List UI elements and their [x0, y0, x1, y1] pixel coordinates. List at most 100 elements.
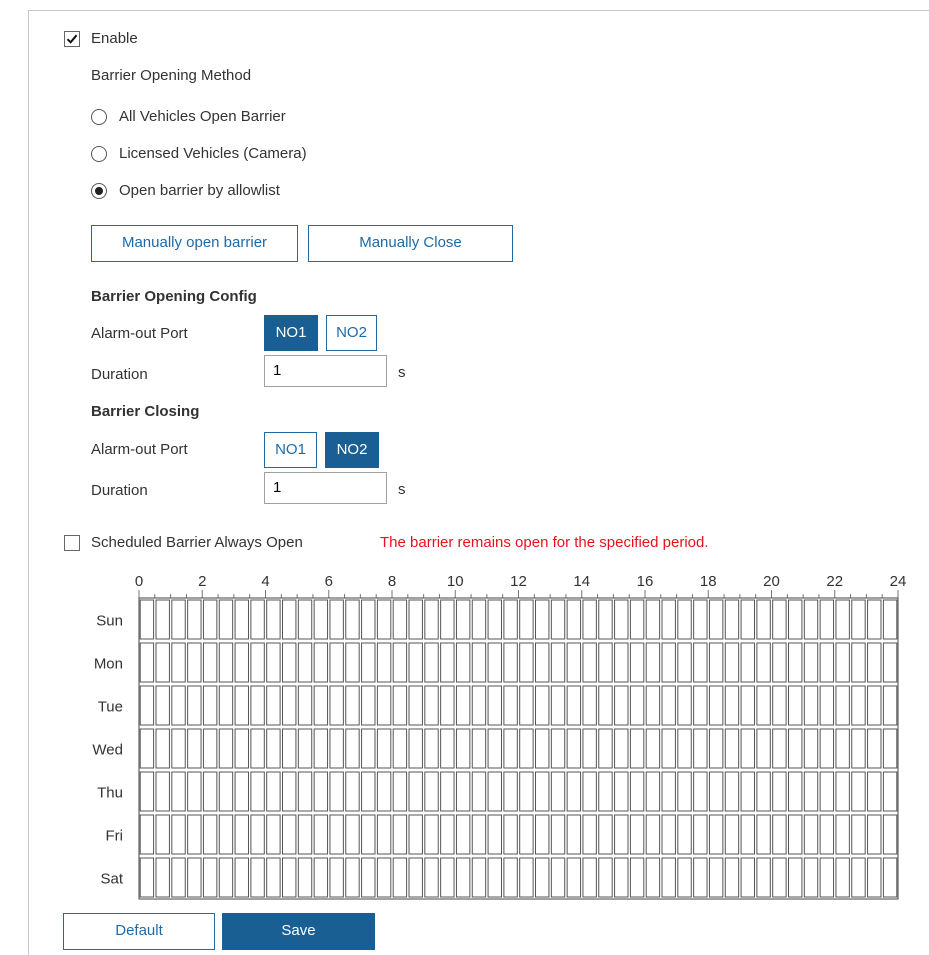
schedule-slot[interactable]: [740, 857, 755, 898]
schedule-slot[interactable]: [772, 857, 787, 898]
schedule-slot[interactable]: [851, 728, 866, 769]
schedule-slot[interactable]: [882, 771, 898, 812]
schedule-slot[interactable]: [645, 599, 661, 640]
schedule-slot[interactable]: [376, 642, 392, 683]
schedule-slot[interactable]: [250, 728, 265, 769]
schedule-slot[interactable]: [867, 771, 882, 812]
schedule-slot[interactable]: [819, 599, 835, 640]
schedule-slot[interactable]: [693, 728, 708, 769]
schedule-slot[interactable]: [788, 642, 803, 683]
schedule-slot[interactable]: [329, 642, 344, 683]
schedule-slot[interactable]: [645, 771, 661, 812]
save-button[interactable]: Save: [222, 913, 375, 950]
schedule-slot[interactable]: [297, 728, 313, 769]
schedule-slot[interactable]: [471, 728, 487, 769]
schedule-slot[interactable]: [519, 728, 534, 769]
schedule-slot[interactable]: [297, 599, 313, 640]
opening-port-no1[interactable]: NO1: [264, 315, 318, 351]
schedule-slot[interactable]: [376, 814, 392, 855]
schedule-slot[interactable]: [582, 642, 597, 683]
schedule-slot[interactable]: [361, 642, 376, 683]
radio-allowlist[interactable]: [91, 183, 107, 199]
schedule-slot[interactable]: [408, 771, 423, 812]
schedule-slot[interactable]: [535, 685, 550, 726]
schedule-slot[interactable]: [819, 814, 835, 855]
schedule-slot[interactable]: [408, 642, 423, 683]
schedule-slot[interactable]: [835, 771, 850, 812]
schedule-slot[interactable]: [202, 728, 218, 769]
schedule-slot[interactable]: [835, 728, 850, 769]
schedule-slot[interactable]: [329, 685, 344, 726]
schedule-slot[interactable]: [629, 685, 645, 726]
schedule-slot[interactable]: [440, 857, 455, 898]
schedule-slot[interactable]: [250, 771, 265, 812]
schedule-slot[interactable]: [345, 814, 360, 855]
schedule-slot[interactable]: [297, 814, 313, 855]
schedule-slot[interactable]: [535, 814, 550, 855]
schedule-slot[interactable]: [392, 685, 408, 726]
schedule-slot[interactable]: [598, 771, 613, 812]
schedule-slot[interactable]: [851, 857, 866, 898]
schedule-slot[interactable]: [250, 599, 265, 640]
schedule-slot[interactable]: [503, 642, 518, 683]
schedule-slot[interactable]: [519, 814, 534, 855]
schedule-slot[interactable]: [661, 642, 676, 683]
schedule-slot[interactable]: [756, 814, 771, 855]
schedule-slot[interactable]: [629, 728, 645, 769]
schedule-slot[interactable]: [218, 771, 234, 812]
schedule-slot[interactable]: [566, 771, 582, 812]
schedule-slot[interactable]: [614, 685, 629, 726]
schedule-slot[interactable]: [788, 685, 803, 726]
schedule-slot[interactable]: [139, 599, 155, 640]
schedule-slot[interactable]: [266, 814, 281, 855]
schedule-slot[interactable]: [329, 771, 344, 812]
schedule-slot[interactable]: [756, 599, 771, 640]
schedule-slot[interactable]: [803, 728, 819, 769]
schedule-slot[interactable]: [882, 642, 898, 683]
schedule-slot[interactable]: [376, 599, 392, 640]
radio-licensed-vehicles[interactable]: [91, 146, 107, 162]
schedule-slot[interactable]: [835, 642, 850, 683]
schedule-slot[interactable]: [803, 857, 819, 898]
schedule-slot[interactable]: [598, 642, 613, 683]
schedule-slot[interactable]: [313, 685, 329, 726]
schedule-slot[interactable]: [155, 599, 170, 640]
schedule-slot[interactable]: [408, 728, 423, 769]
schedule-slot[interactable]: [345, 771, 360, 812]
schedule-slot[interactable]: [693, 642, 708, 683]
schedule-grid[interactable]: 0 2 4 6 8 10 12 14 16 18 20 22 24 Sun Mon Tue Wed Thu Fri S…: [60, 565, 920, 905]
schedule-slot[interactable]: [740, 771, 755, 812]
schedule-slot[interactable]: [724, 814, 740, 855]
schedule-slot[interactable]: [788, 857, 803, 898]
schedule-slot[interactable]: [677, 814, 692, 855]
schedule-slot[interactable]: [693, 857, 708, 898]
schedule-slot[interactable]: [171, 814, 186, 855]
schedule-slot[interactable]: [582, 599, 597, 640]
schedule-slot[interactable]: [772, 728, 787, 769]
schedule-slot[interactable]: [535, 642, 550, 683]
schedule-slot[interactable]: [218, 685, 234, 726]
schedule-slot[interactable]: [614, 771, 629, 812]
schedule-slot[interactable]: [835, 814, 850, 855]
schedule-slot[interactable]: [455, 685, 471, 726]
schedule-slot[interactable]: [487, 642, 502, 683]
schedule-slot[interactable]: [171, 599, 186, 640]
schedule-slot[interactable]: [629, 642, 645, 683]
schedule-slot[interactable]: [835, 857, 850, 898]
schedule-slot[interactable]: [819, 857, 835, 898]
schedule-slot[interactable]: [440, 728, 455, 769]
schedule-slot[interactable]: [803, 685, 819, 726]
schedule-slot[interactable]: [661, 685, 676, 726]
schedule-slot[interactable]: [519, 642, 534, 683]
schedule-slot[interactable]: [566, 857, 582, 898]
schedule-slot[interactable]: [234, 728, 249, 769]
schedule-slot[interactable]: [187, 599, 202, 640]
schedule-slot[interactable]: [519, 857, 534, 898]
schedule-slot[interactable]: [440, 685, 455, 726]
schedule-slot[interactable]: [661, 599, 676, 640]
schedule-slot[interactable]: [614, 728, 629, 769]
schedule-slot[interactable]: [788, 728, 803, 769]
schedule-slot[interactable]: [202, 814, 218, 855]
schedule-slot[interactable]: [202, 685, 218, 726]
schedule-slot[interactable]: [282, 685, 297, 726]
